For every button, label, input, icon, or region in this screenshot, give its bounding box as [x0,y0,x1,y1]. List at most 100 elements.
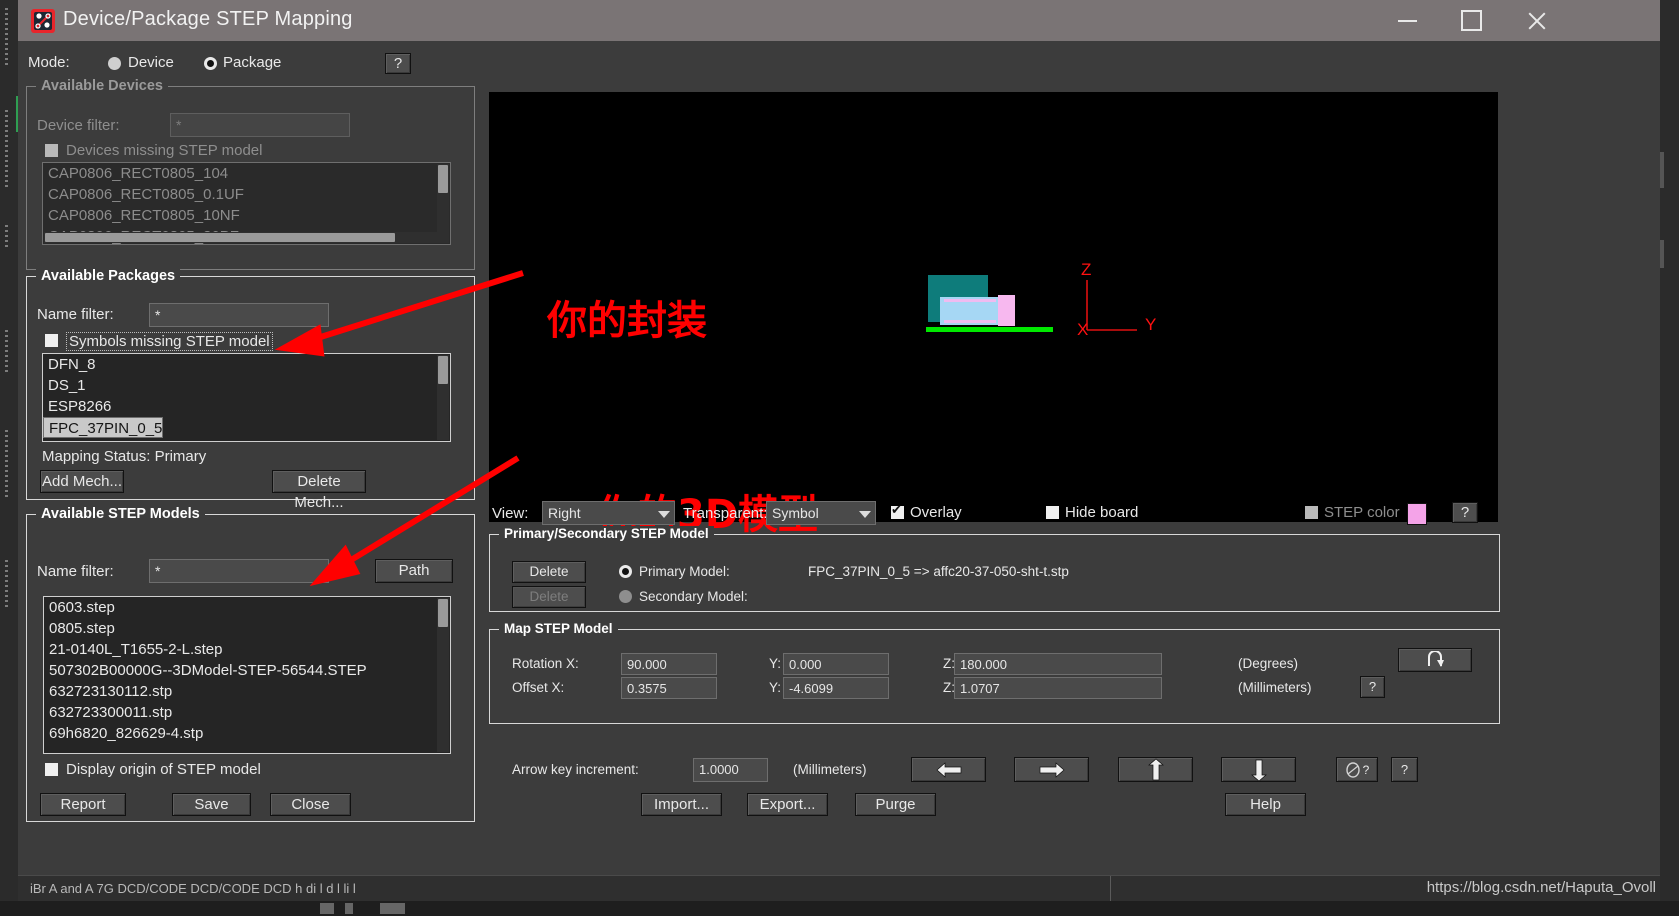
symbols-missing-step-checkbox[interactable] [45,334,58,347]
rotation-z-input[interactable]: 180.000 [954,653,1162,675]
package-filter-input[interactable]: * [149,303,329,327]
help-button[interactable]: Help [1225,793,1306,816]
chevron-down-icon [658,511,670,518]
map-step-model-title: Map STEP Model [499,621,618,636]
list-item[interactable]: CAP0806_RECT0805_0.1UF [43,184,450,205]
view-help-button[interactable]: ? [1452,502,1478,523]
save-button[interactable]: Save [172,793,251,816]
step-color-swatch[interactable] [1407,503,1427,525]
available-devices-list[interactable]: CAP0806_RECT0805_104 CAP0806_RECT0805_0.… [42,162,451,245]
window-title: Device/Package STEP Mapping [63,8,353,30]
device-filter-input[interactable]: * [170,113,350,137]
list-item[interactable]: CAP0806_RECT0805_104 [43,163,450,184]
close-button[interactable]: Close [270,793,351,816]
rotation-y-input[interactable]: 0.000 [783,653,889,675]
rotation-x-label: Rotation X: [512,656,579,671]
list-item[interactable]: DS_1 [43,375,450,396]
list-item[interactable]: CAP0806_RECT0805_10NF [43,205,450,226]
hide-board-checkbox[interactable] [1046,506,1059,519]
status-bar: iBr A and A 7G DCD/CODE DCD/CODE DCD h d… [18,875,1660,902]
arrow-left-icon [935,761,961,778]
list-item[interactable]: DFN_8 [43,354,450,375]
transparent-select-value: Symbol [772,505,819,521]
devices-vscrollbar[interactable] [437,164,449,243]
rotate-icon-button[interactable] [1398,648,1472,672]
arrow-increment-input[interactable]: 1.0000 [693,758,768,782]
annotation-packages: 你的封装 [547,298,707,344]
arrow-help-button[interactable]: ? [1391,757,1418,782]
view-select[interactable]: Right [542,501,675,525]
available-packages-title: Available Packages [36,268,181,284]
available-devices-title: Available Devices [36,78,168,94]
offset-y-input[interactable]: -4.6099 [783,677,889,699]
available-step-models-list[interactable]: 0603.step 0805.step 21-0140L_T1655-2-L.s… [43,596,451,754]
mode-help-button[interactable]: ? [385,53,411,74]
transparent-select[interactable]: Symbol [766,501,876,525]
list-item-selected[interactable]: FPC_37PIN_0_5 [43,417,164,438]
step-color-checkbox[interactable] [1305,506,1318,519]
pcb-mapping-icon [31,9,55,33]
display-origin-checkbox[interactable] [45,763,58,776]
rotation-x-input[interactable]: 90.000 [621,653,717,675]
offset-units: (Millimeters) [1238,680,1312,695]
devices-hscrollbar[interactable] [44,232,437,243]
step-color-label: STEP color [1324,504,1400,521]
arrow-right-icon [1039,761,1065,778]
mode-radio-device-label: Device [128,54,174,71]
delete-mech-button[interactable]: Delete Mech... [272,470,366,511]
device-filter-label: Device filter: [37,117,120,134]
list-item[interactable]: 632723130112.stp [44,681,450,702]
step-models-vscrollbar[interactable] [437,598,449,752]
delete-primary-button[interactable]: Delete [512,561,586,583]
display-origin-label: Display origin of STEP model [66,761,261,778]
svg-text:X: X [1077,320,1088,339]
rotation-units: (Degrees) [1238,656,1299,671]
list-item[interactable]: 69h6820_826629-4.stp [44,723,450,744]
list-item[interactable]: 21-0140L_T1655-2-L.step [44,639,450,660]
close-icon[interactable] [1506,0,1568,41]
application-window: Device/Package STEP Mapping Mode: Device… [0,0,1679,916]
arrow-down-icon [1250,759,1267,781]
offset-z-input[interactable]: 1.0707 [954,677,1162,699]
desktop-left-strip [0,0,18,916]
primary-model-radio[interactable] [619,565,632,578]
mode-label: Mode: [28,54,70,71]
minimize-icon[interactable] [1376,0,1438,41]
list-item[interactable]: ESP8266 [43,396,450,417]
available-packages-list[interactable]: DFN_8 DS_1 ESP8266 FPC_37PIN_0_5 [42,353,451,442]
devices-missing-step-checkbox[interactable] [45,144,58,157]
report-button[interactable]: Report [40,793,126,816]
mode-radio-package[interactable] [204,57,217,70]
3d-viewport[interactable]: Z X Y 你的封装 你的3D模型 [489,92,1498,538]
packages-vscrollbar[interactable] [437,355,449,440]
view-label: View: [492,505,529,522]
primary-secondary-title: Primary/Secondary STEP Model [499,526,714,541]
list-item[interactable]: 0603.step [44,597,450,618]
rotation-y-label: Y: [769,656,782,671]
arrow-right-button[interactable] [1014,757,1089,782]
list-item[interactable]: 507302B00000G--3DModel-STEP-56544.STEP [44,660,450,681]
chevron-down-icon [859,511,871,518]
dialog-body: Mode: Device Package ? Available Devices… [18,41,1660,875]
mode-radio-device[interactable] [108,57,121,70]
purge-button[interactable]: Purge [855,793,936,816]
list-item[interactable]: 632723300011.stp [44,702,450,723]
mode-radio-package-label: Package [223,54,282,71]
maximize-icon[interactable] [1440,0,1502,41]
list-item[interactable]: 0805.step [44,618,450,639]
import-button[interactable]: Import... [641,793,722,816]
secondary-model-radio[interactable] [619,590,632,603]
rotate-help-button[interactable]: ? [1336,757,1378,782]
offset-y-label: Y: [769,680,782,695]
path-button[interactable]: Path [375,559,453,583]
overlay-checkbox[interactable] [891,501,904,519]
export-button[interactable]: Export... [747,793,828,816]
map-help-button[interactable]: ? [1360,676,1385,698]
arrow-left-button[interactable] [911,757,986,782]
step-filter-input[interactable]: * [149,559,329,583]
offset-x-input[interactable]: 0.3575 [621,677,717,699]
add-mech-button[interactable]: Add Mech... [40,470,124,493]
arrow-down-button[interactable] [1221,757,1296,782]
arrow-up-button[interactable] [1118,757,1193,782]
secondary-model-label: Secondary Model: [639,589,748,604]
